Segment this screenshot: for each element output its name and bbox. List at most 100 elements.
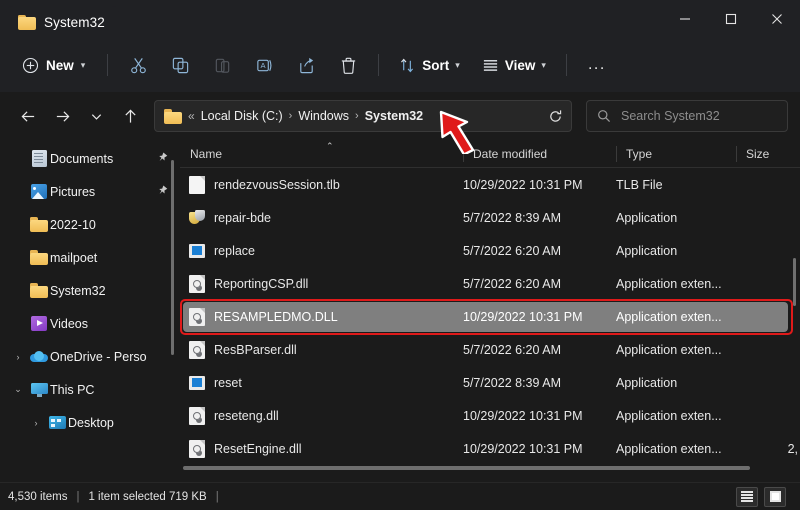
breadcrumb[interactable]: « Local Disk (C:) › Windows › System32: [154, 100, 572, 132]
column-header-type[interactable]: Type: [616, 140, 736, 168]
table-row[interactable]: reseteng.dll 10/29/2022 10:31 PM Applica…: [180, 399, 800, 432]
column-header-date-modified[interactable]: Date modified: [463, 140, 616, 168]
file-size-cell: 2,: [787, 441, 798, 456]
scissors-icon: [130, 57, 146, 73]
table-row[interactable]: rendezvousSession.tlb 10/29/2022 10:31 P…: [180, 168, 800, 201]
maximize-button[interactable]: [708, 0, 754, 38]
rename-button[interactable]: A: [244, 48, 284, 82]
sidebar-item-documents[interactable]: Documents: [0, 142, 180, 175]
sidebar-scrollbar[interactable]: [171, 160, 174, 355]
forward-button[interactable]: [46, 100, 78, 132]
close-button[interactable]: [754, 0, 800, 38]
shield-app-icon: [189, 209, 205, 226]
breadcrumb-item-windows[interactable]: Windows: [298, 109, 349, 123]
details-view-button[interactable]: [736, 486, 758, 507]
file-date-cell: 5/7/2022 8:39 AM: [463, 210, 561, 225]
column-header-label: Size: [746, 146, 770, 161]
refresh-button[interactable]: [548, 109, 563, 124]
table-row[interactable]: ResBParser.dll 5/7/2022 6:20 AM Applicat…: [180, 333, 800, 366]
minimize-button[interactable]: [662, 0, 708, 38]
lines-icon: [483, 59, 497, 71]
sidebar-item-system32[interactable]: System32: [0, 274, 180, 307]
see-more-label: ...: [587, 56, 606, 73]
rename-icon: A: [257, 59, 272, 71]
search-box[interactable]: Search System32: [586, 100, 788, 132]
chevron-down-icon[interactable]: ⌄: [8, 384, 28, 395]
pin-icon: [157, 184, 168, 199]
window-tab-system32[interactable]: System32: [6, 6, 119, 38]
share-button[interactable]: [286, 48, 326, 82]
chevron-right-icon[interactable]: ›: [8, 352, 28, 362]
arrow-left-icon: [21, 110, 34, 122]
file-date-cell: 10/29/2022 10:31 PM: [463, 408, 583, 423]
up-button[interactable]: [114, 100, 146, 132]
blank-file-icon: [189, 175, 205, 194]
arrow-up-icon: [124, 109, 136, 123]
file-type-cell: Application exten...: [616, 408, 722, 423]
dll-icon: [189, 439, 205, 458]
table-row-selected[interactable]: RESAMPLEDMO.DLL 10/29/2022 10:31 PM Appl…: [180, 299, 800, 335]
sidebar-item-label: This PC: [50, 382, 95, 397]
file-name-label: RESAMPLEDMO.DLL: [214, 309, 338, 324]
plus-circle-icon: [22, 57, 39, 73]
folder-icon: [28, 283, 50, 298]
breadcrumb-overflow[interactable]: «: [188, 109, 195, 123]
breadcrumb-separator: ›: [288, 110, 293, 122]
folder-icon: [164, 109, 182, 124]
search-icon: [598, 110, 611, 123]
sidebar-item-onedrive[interactable]: › OneDrive - Perso: [0, 340, 180, 373]
table-row[interactable]: ReportingCSP.dll 5/7/2022 6:20 AM Applic…: [180, 267, 800, 300]
back-button[interactable]: [12, 100, 44, 132]
documents-icon: [28, 150, 50, 167]
breadcrumb-item-system32[interactable]: System32: [365, 109, 423, 123]
status-bar: 4,530 items | 1 item selected 719 KB |: [0, 482, 800, 510]
sidebar-item-pictures[interactable]: Pictures: [0, 175, 180, 208]
app-icon: [189, 375, 205, 390]
file-name-cell: repair-bde: [180, 209, 463, 226]
sidebar-item-label: System32: [50, 283, 106, 298]
new-button[interactable]: New ▾: [10, 48, 97, 82]
table-row[interactable]: ResetEngine.dll 10/29/2022 10:31 PM Appl…: [180, 432, 800, 465]
share-icon: [300, 57, 313, 73]
file-name-label: ResBParser.dll: [214, 342, 297, 357]
sidebar-item-this-pc[interactable]: ⌄ This PC: [0, 373, 180, 406]
search-input[interactable]: Search System32: [621, 109, 720, 123]
column-header-size[interactable]: Size: [736, 140, 800, 168]
status-divider: |: [76, 490, 80, 503]
sort-button[interactable]: Sort ▾: [389, 48, 470, 82]
sidebar-item-2022-10[interactable]: 2022-10: [0, 208, 180, 241]
pictures-icon: [28, 184, 50, 199]
sidebar-item-label: Pictures: [50, 184, 96, 199]
sidebar-item-videos[interactable]: Videos: [0, 307, 180, 340]
copy-button[interactable]: [160, 48, 200, 82]
delete-button[interactable]: [328, 48, 368, 82]
file-list-vertical-scrollbar[interactable]: [793, 258, 796, 306]
chevron-down-icon: ▾: [80, 59, 86, 70]
file-name-label: reseteng.dll: [214, 408, 279, 423]
sidebar-item-desktop[interactable]: › Desktop: [0, 406, 180, 439]
table-row[interactable]: reset 5/7/2022 8:39 AM Application: [180, 366, 800, 399]
sidebar-item-mailpoet[interactable]: mailpoet: [0, 241, 180, 274]
cut-button[interactable]: [118, 48, 158, 82]
large-icons-view-button[interactable]: [764, 486, 786, 507]
file-list-horizontal-scrollbar[interactable]: [183, 466, 786, 470]
toolbar-divider-3: [565, 54, 567, 76]
file-name-cell: rendezvousSession.tlb: [180, 175, 463, 194]
chevron-right-icon[interactable]: ›: [26, 418, 46, 428]
table-row[interactable]: repair-bde 5/7/2022 8:39 AM Application: [180, 201, 800, 234]
column-header-name[interactable]: Name ⌃: [180, 140, 463, 168]
file-name-cell: reset: [180, 375, 463, 390]
chevron-down-icon: ▾: [455, 59, 460, 70]
table-row[interactable]: replace 5/7/2022 6:20 AM Application: [180, 234, 800, 267]
see-more-button[interactable]: ...: [577, 48, 617, 82]
item-count-label: 4,530 items: [8, 490, 68, 503]
address-bar: « Local Disk (C:) › Windows › System32 S…: [0, 92, 800, 140]
file-type-cell: Application exten...: [616, 342, 722, 357]
file-name-label: replace: [214, 243, 255, 258]
sidebar-item-label: Desktop: [68, 415, 114, 430]
view-button[interactable]: View ▾: [472, 48, 556, 82]
paste-button[interactable]: [202, 48, 242, 82]
breadcrumb-item-local-disk[interactable]: Local Disk (C:): [201, 109, 283, 123]
recent-locations-button[interactable]: [80, 100, 112, 132]
dll-icon: [189, 307, 205, 326]
